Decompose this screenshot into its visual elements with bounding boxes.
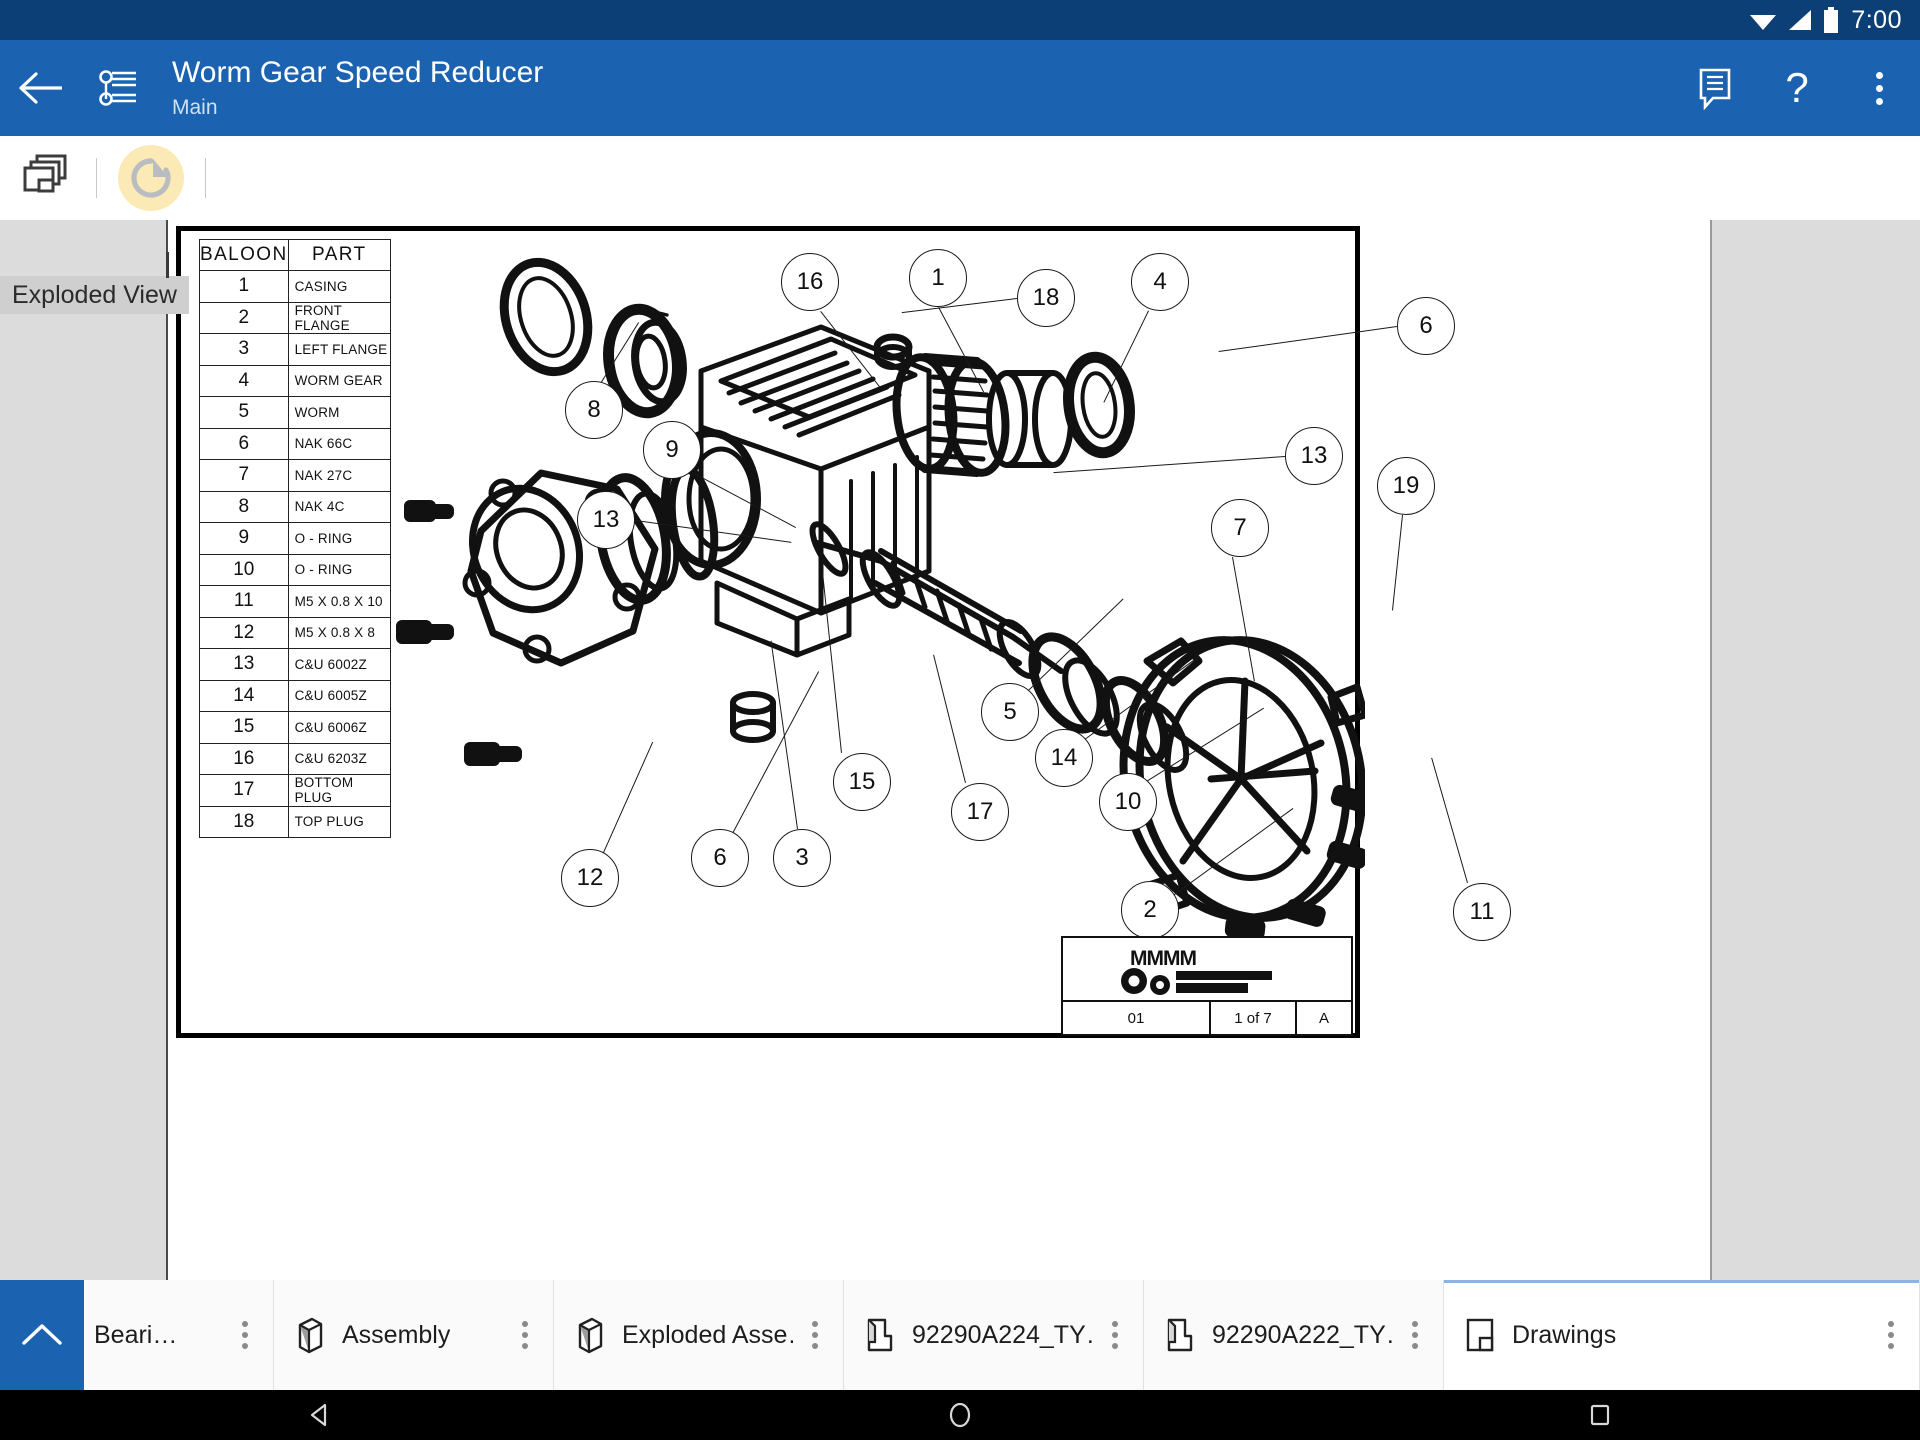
document-tab[interactable]: Beari… <box>84 1280 274 1390</box>
assembly-tree-icon[interactable] <box>80 40 158 136</box>
balloon-callout[interactable]: 14 <box>1035 729 1093 787</box>
tab-overflow-menu-icon[interactable] <box>223 1321 267 1349</box>
nav-back-icon[interactable] <box>260 1390 380 1440</box>
balloon-callout[interactable]: 12 <box>561 849 619 907</box>
balloon-callout[interactable]: 2 <box>1121 881 1179 939</box>
rotate-icon[interactable] <box>118 144 184 211</box>
balloon-callout[interactable]: 4 <box>1131 253 1189 311</box>
tab-overflow-menu-icon[interactable] <box>1093 1321 1137 1349</box>
nav-recents-icon[interactable] <box>1540 1390 1660 1440</box>
document-tab-label: Drawings <box>1512 1320 1617 1349</box>
part-icon <box>858 1316 902 1354</box>
balloon-callout[interactable]: 5 <box>981 683 1039 741</box>
balloon-callout[interactable]: 19 <box>1377 457 1435 515</box>
revision: A <box>1318 1009 1329 1027</box>
tab-overflow-menu-icon[interactable] <box>1869 1321 1913 1349</box>
collapse-tabs-button[interactable] <box>0 1280 84 1390</box>
battery-icon <box>1823 7 1839 33</box>
balloon-leader-line <box>1391 514 1403 611</box>
app-bar-actions: ? <box>1674 40 1920 136</box>
balloon-callout[interactable]: 16 <box>781 253 839 311</box>
sheet-number: 1 of 7 <box>1211 1002 1297 1034</box>
tooltip-stem <box>166 252 169 278</box>
document-tab-label: 92290A224_TY… <box>912 1320 1093 1349</box>
document-tab-label: Beari… <box>94 1320 178 1349</box>
document-tab-label: Assembly <box>342 1320 451 1349</box>
balloon-callout[interactable]: 15 <box>833 753 891 811</box>
notes-icon[interactable] <box>1674 40 1756 136</box>
balloon-callout[interactable]: 8 <box>565 381 623 439</box>
balloon-callout[interactable]: 13 <box>1285 427 1343 485</box>
overflow-menu-icon[interactable] <box>1838 40 1920 136</box>
page-subtitle: Main <box>172 95 218 119</box>
balloon-callout[interactable]: 1 <box>909 249 967 307</box>
document-tab[interactable]: 92290A224_TY… <box>844 1280 1144 1390</box>
wifi-icon <box>1749 8 1777 32</box>
back-arrow-icon[interactable] <box>0 40 80 136</box>
drawing-frame: BALOON PART 1 CASING 2 FRONT FLANGE 3 LEFT FL… <box>176 226 1511 1038</box>
balloon-callout[interactable]: 18 <box>1017 269 1075 327</box>
assembly-icon <box>288 1316 332 1354</box>
help-icon[interactable]: ? <box>1756 40 1838 136</box>
exploded-view-tooltip: Exploded View <box>0 276 189 314</box>
document-tab[interactable]: Drawings <box>1444 1280 1920 1390</box>
status-bar: 7:00 <box>0 0 1920 40</box>
drawing-icon <box>1458 1316 1502 1354</box>
document-tab-strip: Beari… Assembly Exploded Asse… 92290A224_TY… <box>0 1280 1920 1390</box>
drawing-toolbar <box>0 136 1920 220</box>
tab-overflow-menu-icon[interactable] <box>503 1321 547 1349</box>
page-title: Worm Gear Speed Reducer <box>172 55 544 89</box>
rotate-button[interactable] <box>97 136 205 220</box>
balloon-callout[interactable]: 13 <box>577 491 635 549</box>
drawing-number: 01 <box>1063 1002 1211 1034</box>
balloon-callout[interactable]: 11 <box>1453 883 1511 941</box>
status-clock: 7:00 <box>1851 5 1902 34</box>
document-tab[interactable]: Assembly <box>274 1280 554 1390</box>
tab-overflow-menu-icon[interactable] <box>1393 1321 1437 1349</box>
balloon-callout[interactable]: 6 <box>1397 297 1455 355</box>
title-block: MMMM 01 1 of 7 A <box>1061 936 1353 1036</box>
company-logo: MMMM <box>1063 938 1351 1002</box>
document-tab-label: 92290A222_TY… <box>1212 1320 1393 1349</box>
document-tab[interactable]: 92290A222_TY… <box>1144 1280 1444 1390</box>
svg-text:MMMM: MMMM <box>1130 947 1196 970</box>
balloon-callout[interactable]: 3 <box>773 829 831 887</box>
balloon-callout[interactable]: 17 <box>951 783 1009 841</box>
part-icon <box>1158 1316 1202 1354</box>
balloon-callout[interactable]: 10 <box>1099 773 1157 831</box>
balloon-leader-line <box>1431 757 1468 883</box>
signal-icon <box>1787 8 1813 32</box>
assembly-icon <box>568 1316 612 1354</box>
page-right-edge <box>1710 220 1712 1280</box>
balloon-callout[interactable]: 7 <box>1211 499 1269 557</box>
nav-home-icon[interactable] <box>900 1390 1020 1440</box>
balloon-callout[interactable]: 9 <box>643 421 701 479</box>
android-navigation-bar <box>0 1390 1920 1440</box>
title-block-row: 01 1 of 7 A <box>1063 1002 1351 1034</box>
toolbar-divider-2 <box>205 157 206 198</box>
document-tab-label: Exploded Asse… <box>622 1320 793 1349</box>
app-bar-titles: Worm Gear Speed Reducer Main <box>172 56 543 121</box>
exploded-assembly-artwork <box>396 257 1365 941</box>
exploded-view-icon[interactable] <box>0 136 96 220</box>
balloon-callout[interactable]: 6 <box>691 829 749 887</box>
app-bar: Worm Gear Speed Reducer Main ? <box>0 40 1920 136</box>
tab-overflow-menu-icon[interactable] <box>793 1321 837 1349</box>
drawing-page[interactable]: BALOON PART 1 CASING 2 FRONT FLANGE 3 LEFT FL… <box>168 220 1710 1280</box>
drawing-canvas[interactable]: BALOON PART 1 CASING 2 FRONT FLANGE 3 LEFT FL… <box>0 220 1920 1280</box>
document-tab[interactable]: Exploded Asse… <box>554 1280 844 1390</box>
